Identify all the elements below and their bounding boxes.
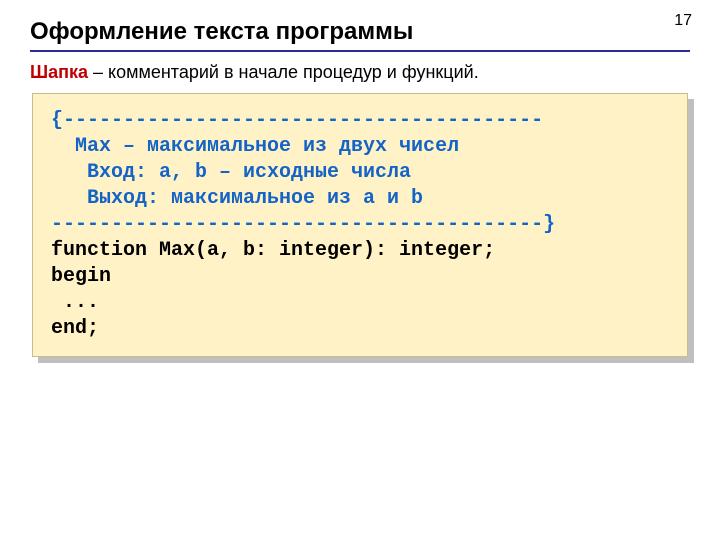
subtitle: Шапка – комментарий в начале процедур и …: [30, 62, 690, 83]
code-comment-line: ----------------------------------------…: [51, 213, 555, 236]
title-rule: [30, 50, 690, 52]
slide: 17 Оформление текста программы Шапка – к…: [0, 0, 720, 540]
page-number: 17: [674, 12, 692, 30]
code-comment-line: Выход: максимальное из a и b: [51, 187, 423, 210]
code-block: {---------------------------------------…: [32, 93, 688, 357]
slide-title: Оформление текста программы: [30, 18, 690, 46]
code-text: ...: [51, 291, 99, 314]
subtitle-rest: – комментарий в начале процедур и функци…: [88, 62, 479, 82]
code-comment-line: Max – максимальное из двух чисел: [51, 135, 459, 158]
code-comment-line: Вход: a, b – исходные числа: [51, 161, 411, 184]
code-keyword: end;: [51, 317, 99, 340]
code-keyword: function: [51, 239, 147, 262]
code-text: Max(a, b: integer): integer;: [147, 239, 495, 262]
code-comment-line: {---------------------------------------…: [51, 109, 543, 132]
subtitle-keyword: Шапка: [30, 62, 88, 82]
code-keyword: begin: [51, 265, 111, 288]
code-box: {---------------------------------------…: [32, 93, 688, 357]
